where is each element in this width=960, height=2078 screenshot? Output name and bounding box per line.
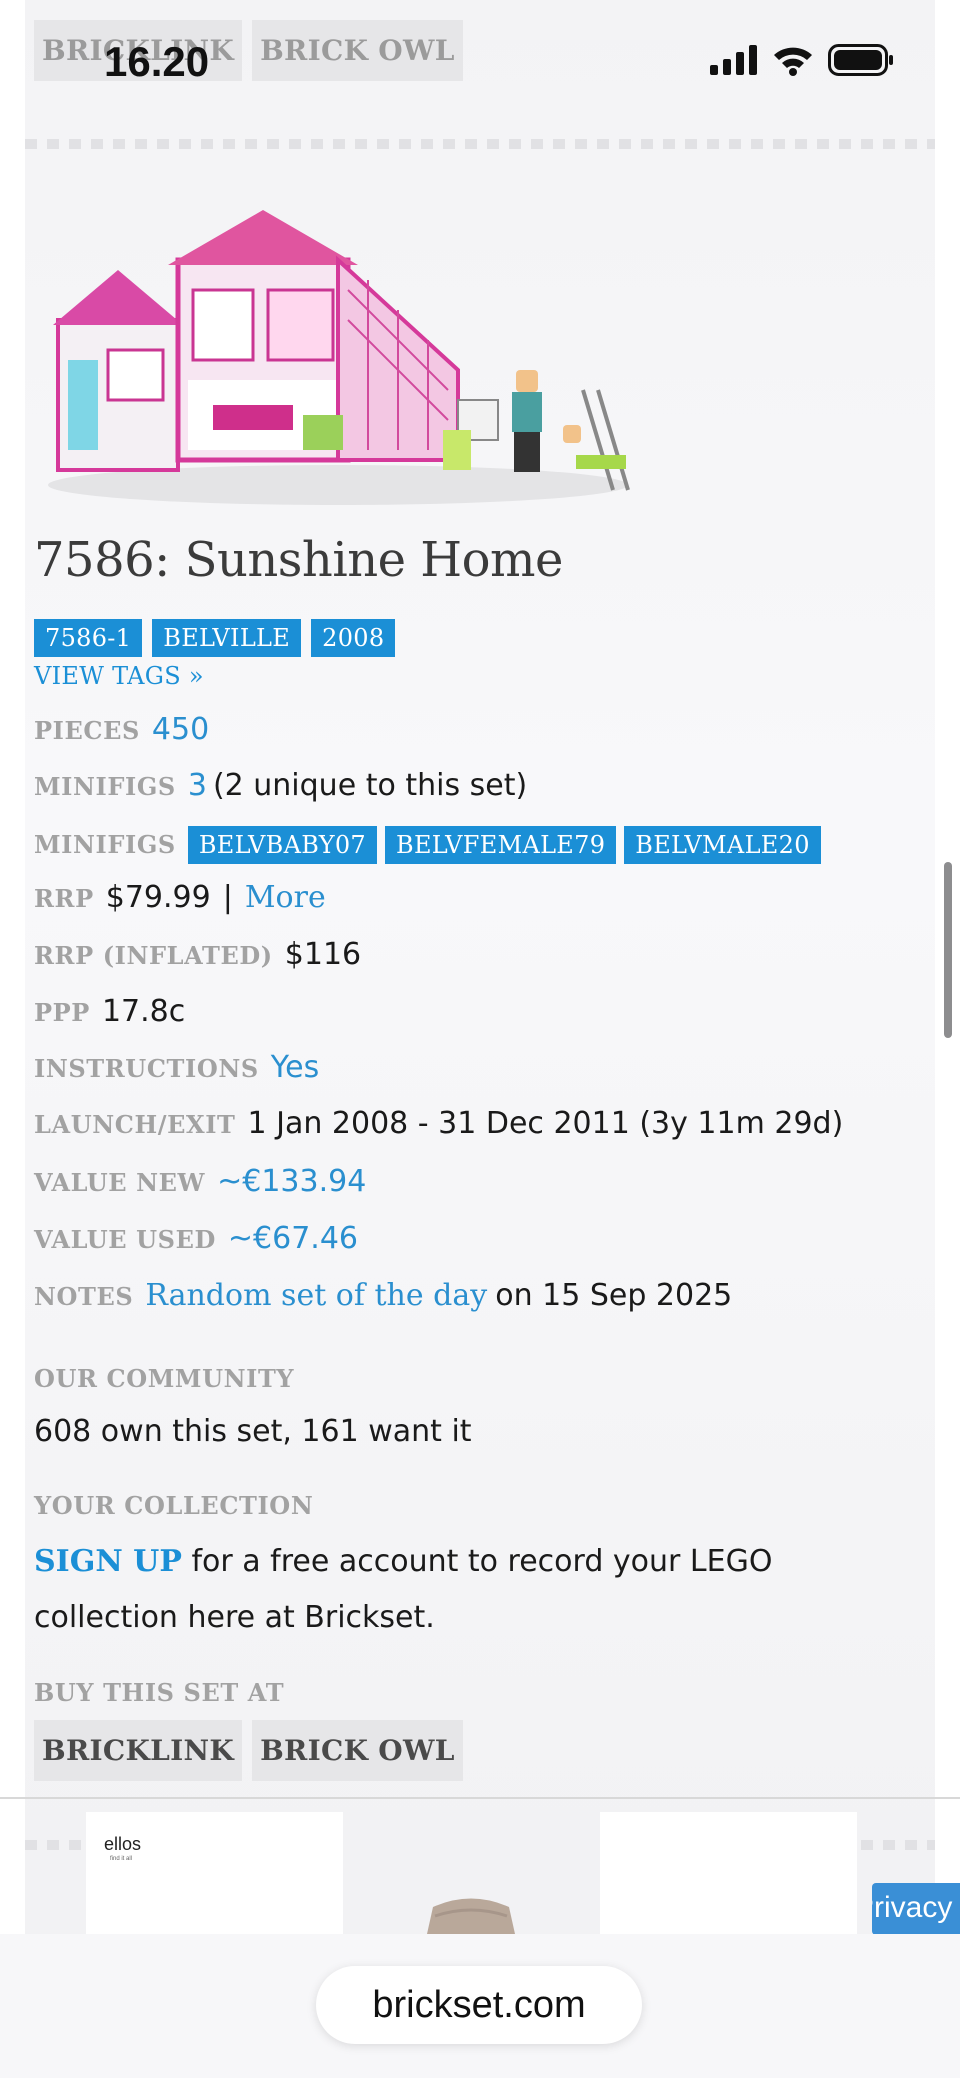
minifigs-tags-row: MINIFIGS BELVBABY07 BELVFEMALE79 BELVMAL… — [34, 826, 821, 864]
sign-up-link[interactable]: SIGN UP — [34, 1544, 182, 1579]
minifigs-label: MINIFIGS — [34, 772, 176, 801]
ad-divider — [0, 1797, 960, 1799]
minifigs-tags-label: MINIFIGS — [34, 830, 176, 859]
tag-set-number[interactable]: 7586-1 — [34, 619, 143, 657]
buy-shop-buttons: BRICKLINK BRICK OWL — [34, 1720, 463, 1781]
value-new-row: VALUE NEW ~€133.94 — [34, 1164, 366, 1199]
community-heading: OUR COMMUNITY — [34, 1364, 295, 1393]
tag-theme[interactable]: BELVILLE — [152, 619, 302, 657]
cellular-signal-icon — [710, 45, 757, 75]
brickowl-button-top[interactable]: BRICK OWL — [252, 20, 463, 81]
rrp-value: $79.99 — [105, 880, 211, 915]
instructions-row: INSTRUCTIONS Yes — [34, 1050, 319, 1085]
value-used-row: VALUE USED ~€67.46 — [34, 1221, 358, 1256]
launch-exit-row: LAUNCH/EXIT 1 Jan 2008 - 31 Dec 2011 (3y… — [34, 1106, 843, 1141]
minifig-tag-male[interactable]: BELVMALE20 — [624, 826, 821, 864]
value-used-link[interactable]: ~€67.46 — [228, 1221, 358, 1256]
minifigs-count-row: MINIFIGS 3 (2 unique to this set) — [34, 768, 527, 803]
rrp-row: RRP $79.99 | More — [34, 880, 326, 915]
community-text: 608 own this set, 161 want it — [34, 1414, 472, 1449]
battery-icon — [828, 44, 893, 76]
value-used-label: VALUE USED — [34, 1225, 216, 1254]
brickowl-button[interactable]: BRICK OWL — [252, 1720, 463, 1781]
chair-image — [427, 1898, 515, 1934]
set-tags: 7586-1 BELVILLE 2008 — [34, 619, 396, 657]
launch-exit-label: LAUNCH/EXIT — [34, 1110, 236, 1139]
notes-row: NOTES Random set of the day on 15 Sep 20… — [34, 1278, 732, 1313]
collection-text: SIGN UP for a free account to record you… — [34, 1534, 914, 1646]
ad-banner[interactable] — [86, 1812, 874, 1934]
pieces-row: PIECES 450 — [34, 712, 209, 747]
ad-panel-right[interactable] — [600, 1812, 857, 1934]
wifi-icon — [774, 47, 812, 76]
status-icons — [710, 44, 894, 76]
rrp-inflated-value: $116 — [284, 937, 362, 972]
scrollbar[interactable] — [944, 862, 952, 1038]
minifig-tag-baby[interactable]: BELVBABY07 — [187, 826, 378, 864]
minifigs-note: (2 unique to this set) — [212, 768, 528, 803]
url-text: brickset.com — [372, 1983, 586, 2026]
rrp-separator: | — [222, 880, 233, 915]
ad-panel-left[interactable] — [86, 1812, 343, 1934]
set-title: 7586: Sunshine Home — [34, 532, 563, 588]
bricklink-button[interactable]: BRICKLINK — [34, 1720, 243, 1781]
rrp-label: RRP — [34, 884, 94, 913]
launch-exit-value: 1 Jan 2008 - 31 Dec 2011 (3y 11m 29d) — [247, 1106, 844, 1141]
privacy-label: Privacy — [872, 1891, 953, 1924]
value-new-link[interactable]: ~€133.94 — [217, 1164, 366, 1199]
set-image — [48, 210, 630, 505]
minifig-tag-female[interactable]: BELVFEMALE79 — [385, 826, 617, 864]
rrp-inflated-row: RRP (INFLATED) $116 — [34, 937, 361, 972]
buy-heading: BUY THIS SET AT — [34, 1678, 285, 1707]
status-time: 16.20 — [104, 38, 210, 85]
minifigs-count[interactable]: 3 — [188, 768, 207, 803]
collection-heading: YOUR COLLECTION — [34, 1491, 314, 1520]
tag-year[interactable]: 2008 — [311, 619, 396, 657]
pieces-label: PIECES — [34, 716, 140, 745]
ppp-label: PPP — [34, 998, 90, 1027]
notes-label: NOTES — [34, 1282, 134, 1311]
instructions-label: INSTRUCTIONS — [34, 1054, 259, 1083]
notes-text: on 15 Sep 2025 — [495, 1278, 733, 1313]
rrp-inflated-label: RRP (INFLATED) — [34, 941, 273, 970]
view-tags-link[interactable]: VIEW TAGS » — [34, 662, 204, 690]
ppp-value: 17.8c — [101, 994, 186, 1029]
top-shop-buttons: BRICKLINK BRICK OWL — [34, 20, 463, 81]
privacy-button[interactable]: Privacy — [872, 1883, 960, 1935]
pieces-value[interactable]: 450 — [152, 712, 209, 747]
url-bar[interactable]: brickset.com — [316, 1966, 642, 2044]
ad-logo-subtitle: find it all — [110, 1856, 133, 1862]
ad-logo: ellos — [104, 1834, 142, 1854]
ad-panel-middle[interactable] — [343, 1812, 600, 1934]
perforation-top — [25, 139, 935, 149]
value-new-label: VALUE NEW — [34, 1168, 206, 1197]
rrp-more-link[interactable]: More — [245, 880, 326, 915]
ppp-row: PPP 17.8c — [34, 994, 185, 1029]
instructions-link[interactable]: Yes — [271, 1050, 319, 1085]
random-set-link[interactable]: Random set of the day — [145, 1278, 487, 1313]
